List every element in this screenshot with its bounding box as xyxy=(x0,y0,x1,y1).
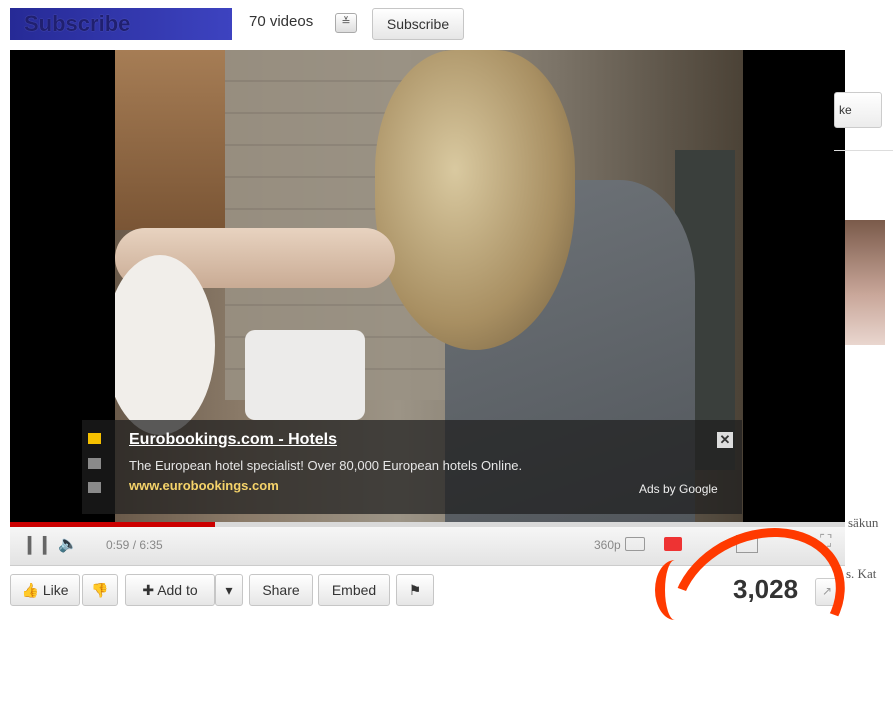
share-button[interactable]: Share xyxy=(249,574,313,606)
time-display: 0:59 / 6:35 xyxy=(106,538,163,552)
ad-indicator[interactable] xyxy=(88,458,101,469)
captions-icon[interactable] xyxy=(625,537,645,551)
ad-indicator[interactable] xyxy=(88,482,101,493)
add-to-dropdown[interactable]: ▾ xyxy=(215,574,243,606)
add-to-button[interactable]: ✚ Add to xyxy=(125,574,215,606)
scene-cabinet xyxy=(115,50,225,230)
subscribe-banner[interactable]: Subscribe xyxy=(10,8,232,40)
sidebar-thumbnail[interactable] xyxy=(845,220,885,345)
videos-count: 70 videos xyxy=(249,13,314,30)
expand-videos-button[interactable]: ≚ xyxy=(335,13,357,33)
subscribe-button[interactable]: Subscribe xyxy=(372,8,464,40)
chevron-down-icon: ▾ xyxy=(225,582,233,598)
thumbs-up-icon: 👍 xyxy=(21,582,39,598)
ad-indicator-active[interactable] xyxy=(88,433,101,444)
like-label: Like xyxy=(42,582,69,598)
sidebar-text: säkun xyxy=(848,515,879,530)
dislike-button[interactable]: 👎 xyxy=(82,574,118,606)
scene-appliance xyxy=(245,330,365,420)
ad-title-link[interactable]: Eurobookings.com - Hotels xyxy=(129,431,337,449)
pause-icon[interactable]: ❙❙ xyxy=(22,534,52,555)
ad-overlay[interactable]: Eurobookings.com - Hotels The European h… xyxy=(82,420,742,514)
sidebar-divider xyxy=(834,150,893,151)
annotation-stroke xyxy=(655,560,695,620)
sidebar-text: s. Kat xyxy=(846,566,877,581)
ad-url-link[interactable]: www.eurobookings.com xyxy=(129,478,279,493)
add-to-label: Add to xyxy=(157,582,198,598)
ad-description: The European hotel specialist! Over 80,0… xyxy=(129,458,523,473)
quality-selector[interactable]: 360p xyxy=(594,538,621,552)
thumbs-down-icon: 👎 xyxy=(91,582,109,598)
watch-later-icon[interactable] xyxy=(664,537,682,551)
sidebar-button[interactable]: ke xyxy=(834,92,882,128)
flag-button[interactable]: ⚑ xyxy=(396,574,434,606)
plus-icon: ✚ xyxy=(142,582,155,598)
embed-button[interactable]: Embed xyxy=(318,574,390,606)
close-icon[interactable]: ✕ xyxy=(717,432,733,448)
video-player[interactable]: Eurobookings.com - Hotels The European h… xyxy=(10,50,845,522)
volume-icon[interactable]: 🔈 xyxy=(58,534,78,554)
like-button[interactable]: 👍 Like xyxy=(10,574,80,606)
subscribe-banner-label: Subscribe xyxy=(24,11,131,36)
scene-hair xyxy=(375,50,575,350)
ads-by-google[interactable]: Ads by Google xyxy=(639,482,718,496)
chevron-down-icon: ≚ xyxy=(341,16,351,28)
flag-icon: ⚑ xyxy=(408,582,422,598)
